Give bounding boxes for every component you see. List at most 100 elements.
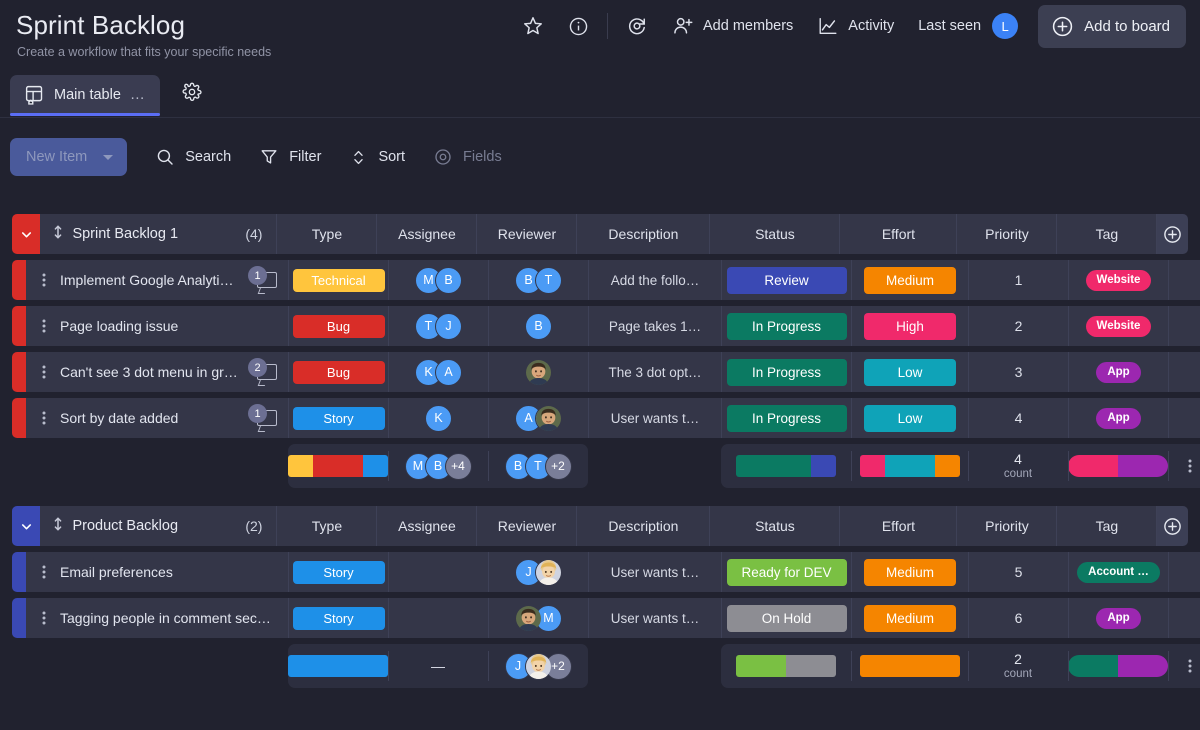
row-name-cell[interactable]: Email preferences [26,552,288,592]
cell-assignee[interactable]: K [388,398,488,438]
status-pill[interactable]: On Hold [726,604,847,632]
type-pill[interactable]: Story [292,606,385,630]
summary-tag[interactable] [1068,444,1168,488]
cell-assignee[interactable]: TJ [388,306,488,346]
avatar[interactable]: K [425,404,452,432]
type-pill[interactable]: Technical [292,268,385,292]
table-row[interactable]: Implement Google Analyti… 1 Technical MB… [12,260,1200,300]
summary-assignee[interactable]: M B +4 [388,444,488,488]
table-row[interactable]: Email preferences Story J User wants t… [12,552,1200,592]
cell-tag[interactable]: App [1068,598,1168,638]
cell-priority[interactable]: 2 [968,306,1068,346]
cell-description[interactable]: Add the follo… [588,260,721,300]
cell-tag[interactable]: App [1068,352,1168,392]
tag-pill[interactable]: App [1096,607,1141,629]
add-column-button[interactable] [1156,506,1188,546]
column-header-type[interactable]: Type [276,506,377,546]
tab-overflow-icon[interactable]: … [130,86,146,103]
cell-effort[interactable]: Low [851,398,968,438]
avatar[interactable]: A [435,358,462,386]
column-header-effort[interactable]: Effort [839,214,957,254]
summary-effort[interactable] [851,444,968,488]
cell-status[interactable]: In Progress [721,352,851,392]
cell-type[interactable]: Bug [288,306,388,346]
status-pill[interactable]: Ready for DEV [726,558,847,586]
summary-bar[interactable] [288,655,388,677]
column-header-effort[interactable]: Effort [839,506,957,546]
effort-pill[interactable]: Medium [864,266,956,294]
avatar[interactable] [525,358,552,386]
cell-status[interactable]: Ready for DEV [721,552,851,592]
chevron-down-icon[interactable] [103,154,114,160]
cell-effort[interactable]: Medium [851,552,968,592]
summary-status[interactable] [721,444,851,488]
cell-priority[interactable]: 5 [968,552,1068,592]
cell-assignee[interactable]: MB [388,260,488,300]
avatar[interactable] [535,558,562,586]
tag-pill[interactable]: Account … [1077,561,1160,583]
cell-effort[interactable]: Medium [851,260,968,300]
filter-button[interactable]: Filter [247,139,333,175]
effort-pill[interactable]: Low [864,358,956,386]
column-header-reviewer[interactable]: Reviewer [476,214,577,254]
row-name-cell[interactable]: Implement Google Analyti… 1 [26,260,288,300]
tag-pill[interactable]: App [1096,407,1141,429]
row-name-cell[interactable]: Sort by date added 1 [26,398,288,438]
row-menu-icon[interactable] [34,364,54,380]
column-header-priority[interactable]: Priority [956,214,1057,254]
cell-tag[interactable]: Account … [1068,552,1168,592]
column-header-assignee[interactable]: Assignee [376,214,477,254]
cell-status[interactable]: In Progress [721,306,851,346]
summary-bar[interactable] [1068,455,1168,477]
cell-type[interactable]: Bug [288,352,388,392]
avatar-overflow[interactable]: +4 [444,452,472,480]
add-column-button[interactable] [1156,214,1188,254]
column-header-status[interactable]: Status [709,506,840,546]
summary-menu-button[interactable] [1168,444,1200,488]
status-pill[interactable]: In Progress [726,404,847,432]
cell-description[interactable]: Page takes 1… [588,306,721,346]
cell-status[interactable]: Review [721,260,851,300]
summary-type[interactable] [288,444,388,488]
avatar[interactable]: B [525,312,552,340]
summary-bar[interactable] [859,655,960,677]
type-pill[interactable]: Story [292,406,385,430]
column-header-type[interactable]: Type [276,214,377,254]
cell-reviewer[interactable] [488,352,588,392]
summary-bar[interactable] [1068,655,1168,677]
tag-pill[interactable]: Website [1085,315,1152,337]
tab-main-table[interactable]: Main table … [10,74,160,116]
cell-type[interactable]: Technical [288,260,388,300]
cell-effort[interactable]: Medium [851,598,968,638]
column-header-status[interactable]: Status [709,214,840,254]
effort-pill[interactable]: High [864,312,956,340]
info-button[interactable] [556,8,601,45]
summary-status[interactable] [721,644,851,688]
row-name-cell[interactable]: Can't see 3 dot menu in gr… 2 [26,352,288,392]
summary-reviewer[interactable]: B T +2 [488,444,588,488]
fields-button[interactable]: Fields [421,139,514,175]
cell-priority[interactable]: 6 [968,598,1068,638]
summary-assignee[interactable]: — [388,644,488,688]
effort-pill[interactable]: Low [864,404,956,432]
cell-priority[interactable]: 4 [968,398,1068,438]
column-header-priority[interactable]: Priority [956,506,1057,546]
cell-type[interactable]: Story [288,398,388,438]
cell-status[interactable]: In Progress [721,398,851,438]
tag-pill[interactable]: App [1096,361,1141,383]
drag-handle-icon[interactable] [52,224,64,244]
summary-priority[interactable]: 2 count [968,644,1068,688]
type-pill[interactable]: Story [292,560,385,584]
column-header-description[interactable]: Description [576,506,710,546]
row-name-cell[interactable]: Tagging people in comment sec… [26,598,288,638]
avatar[interactable]: B [435,266,462,294]
row-menu-icon[interactable] [34,564,54,580]
cell-tag[interactable]: Website [1068,260,1168,300]
cell-priority[interactable]: 3 [968,352,1068,392]
table-row[interactable]: Can't see 3 dot menu in gr… 2 Bug KA The… [12,352,1200,392]
type-pill[interactable]: Bug [292,360,385,384]
comment-badge[interactable]: 1 [248,266,278,294]
column-header-tag[interactable]: Tag [1056,506,1157,546]
column-header-tag[interactable]: Tag [1056,214,1157,254]
summary-reviewer[interactable]: J +2 [488,644,588,688]
